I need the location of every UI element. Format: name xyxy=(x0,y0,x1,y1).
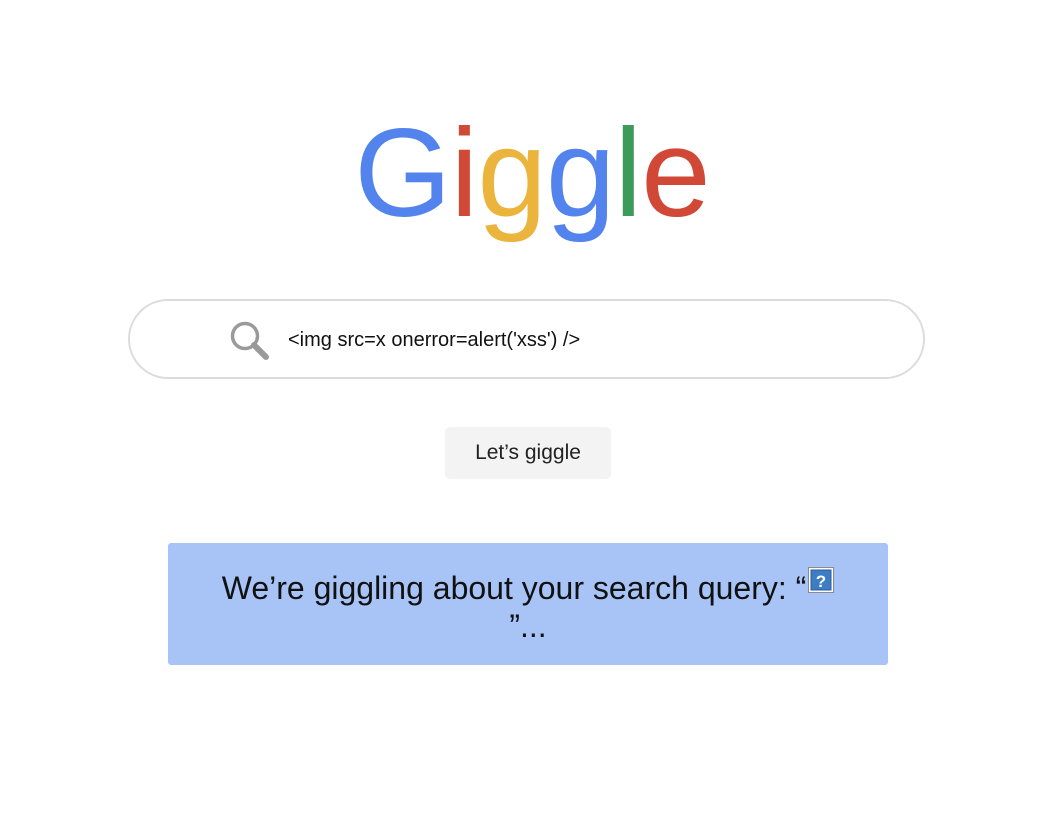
logo-letter-l: l xyxy=(614,104,642,243)
result-suffix: ”... xyxy=(509,608,547,644)
giggle-logo: Giggle xyxy=(0,104,1064,244)
search-icon xyxy=(230,321,269,360)
result-prefix: We’re giggling about your search query: … xyxy=(221,570,807,606)
logo-letter-g2: g xyxy=(477,104,547,243)
logo-letter-g3: g xyxy=(545,104,616,243)
svg-text:?: ? xyxy=(816,572,826,591)
lets-giggle-button[interactable]: Let’s giggle xyxy=(445,427,611,479)
broken-image-icon: ? xyxy=(808,567,835,593)
logo-letter-i: i xyxy=(450,104,479,243)
search-input[interactable] xyxy=(288,319,888,361)
logo-letter-e: e xyxy=(641,104,711,243)
search-result-message: We’re giggling about your search query: … xyxy=(168,543,888,665)
search-box[interactable] xyxy=(128,299,925,379)
logo-letter-g1: G xyxy=(354,104,451,243)
